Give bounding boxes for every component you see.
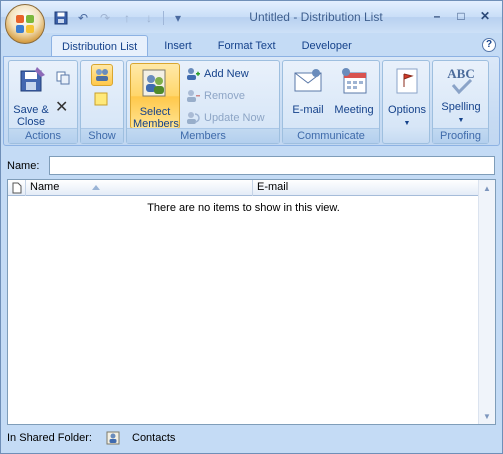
delete-icon[interactable]: ✕ bbox=[55, 97, 68, 117]
column-header-email[interactable]: E-mail bbox=[253, 180, 479, 196]
update-now-icon bbox=[187, 112, 200, 124]
tab-developer[interactable]: Developer bbox=[292, 35, 362, 57]
column-header-name[interactable]: Name bbox=[26, 180, 253, 196]
undo-icon[interactable]: ↶ bbox=[73, 9, 93, 27]
group-label-communicate: Communicate bbox=[283, 128, 379, 143]
name-label: Name: bbox=[7, 160, 40, 172]
save-close-icon bbox=[20, 67, 45, 92]
group-label-show: Show bbox=[81, 128, 123, 143]
notes-icon bbox=[94, 92, 108, 106]
scroll-up-icon[interactable]: ▲ bbox=[479, 180, 495, 196]
window-title: Untitled - Distribution List bbox=[249, 10, 383, 24]
save-close-label: Save & Close bbox=[13, 104, 49, 128]
document-icon bbox=[12, 182, 21, 194]
tab-format-text[interactable]: Format Text bbox=[208, 35, 286, 57]
shared-folder-label: In Shared Folder: bbox=[7, 432, 92, 444]
status-bar: In Shared Folder: Contacts bbox=[1, 427, 502, 453]
contacts-folder-icon bbox=[106, 431, 120, 445]
group-actions: Save & Close ✕ Actions bbox=[8, 60, 78, 144]
office-logo-icon bbox=[16, 15, 34, 33]
name-bar: Name: bbox=[1, 148, 502, 176]
column-name-label: Name bbox=[30, 181, 60, 193]
options-label: Options bbox=[388, 104, 426, 116]
spelling-icon: ABC bbox=[445, 65, 477, 97]
members-view-icon bbox=[96, 69, 108, 81]
group-show: Show bbox=[80, 60, 124, 144]
title-bar: ↶ ↷ ↑ ↓ ▾ Untitled - Distribution List –… bbox=[1, 1, 502, 33]
group-label-proofing: Proofing bbox=[433, 128, 488, 143]
add-new-label: Add New bbox=[204, 68, 249, 80]
quick-access-toolbar: ↶ ↷ ↑ ↓ ▾ bbox=[51, 9, 188, 27]
show-members-button[interactable] bbox=[91, 64, 113, 86]
group-proofing: ABC Spelling ▼ Proofing bbox=[432, 60, 489, 144]
update-now-label: Update Now bbox=[204, 112, 265, 124]
email-label: E-mail bbox=[292, 104, 324, 116]
add-new-button[interactable]: Add New bbox=[185, 64, 249, 84]
members-list[interactable]: Name E-mail There are no items to show i… bbox=[7, 179, 496, 425]
close-button[interactable]: ✕ bbox=[474, 7, 496, 25]
maximize-button[interactable]: □ bbox=[450, 7, 472, 25]
meeting-button[interactable]: Meeting bbox=[331, 65, 377, 116]
update-now-button[interactable]: Update Now bbox=[185, 108, 265, 128]
meeting-icon bbox=[342, 68, 367, 94]
copy-icon bbox=[56, 71, 70, 85]
email-icon bbox=[294, 69, 322, 92]
scroll-down-icon[interactable]: ▼ bbox=[479, 408, 495, 424]
vertical-scrollbar[interactable]: ▲ ▼ bbox=[478, 180, 495, 424]
remove-button[interactable]: Remove bbox=[185, 86, 245, 106]
select-members-button[interactable]: Select Members bbox=[130, 63, 180, 130]
group-communicate: E-mail Meeting Communicate bbox=[282, 60, 380, 144]
ribbon: Save & Close ✕ Actions Show Select Membe… bbox=[3, 56, 500, 146]
column-header-icon[interactable] bbox=[8, 180, 26, 196]
empty-list-message: There are no items to show in this view. bbox=[147, 202, 340, 214]
group-label-members: Members bbox=[127, 128, 279, 143]
shared-folder-name[interactable]: Contacts bbox=[132, 432, 175, 444]
group-options: Options ▼ bbox=[382, 60, 430, 144]
tab-insert[interactable]: Insert bbox=[154, 35, 202, 57]
select-members-icon bbox=[142, 69, 166, 97]
options-button[interactable]: Options ▼ bbox=[385, 65, 429, 130]
remove-label: Remove bbox=[204, 90, 245, 102]
minimize-button[interactable]: – bbox=[426, 7, 448, 25]
name-field[interactable] bbox=[49, 156, 495, 175]
list-header: Name E-mail bbox=[8, 180, 479, 196]
select-members-label: Select Members bbox=[133, 106, 179, 130]
options-dropdown-icon: ▼ bbox=[403, 120, 411, 127]
show-notes-button[interactable] bbox=[93, 89, 109, 109]
window-controls: – □ ✕ bbox=[426, 7, 496, 25]
customize-qat-icon[interactable]: ▾ bbox=[168, 9, 188, 27]
save-icon[interactable] bbox=[51, 9, 71, 27]
column-email-label: E-mail bbox=[257, 181, 289, 193]
email-button[interactable]: E-mail bbox=[287, 65, 329, 116]
qat-separator bbox=[163, 11, 164, 25]
spelling-dropdown-icon: ▼ bbox=[457, 117, 465, 124]
sort-ascending-icon bbox=[92, 185, 100, 190]
add-new-icon bbox=[187, 68, 200, 80]
group-members: Select Members Add New Remove Update Now… bbox=[126, 60, 280, 144]
group-label-actions: Actions bbox=[9, 128, 77, 143]
help-icon[interactable]: ? bbox=[482, 38, 496, 52]
meeting-label: Meeting bbox=[334, 104, 374, 116]
spelling-label: Spelling bbox=[441, 101, 481, 113]
redo-icon[interactable]: ↷ bbox=[95, 9, 115, 27]
distribution-list-window: ↶ ↷ ↑ ↓ ▾ Untitled - Distribution List –… bbox=[0, 0, 503, 454]
flag-icon bbox=[396, 68, 418, 94]
remove-member-icon bbox=[187, 90, 200, 102]
next-item-icon[interactable]: ↓ bbox=[139, 9, 159, 27]
ribbon-tabs: Distribution List Insert Format Text Dev… bbox=[51, 35, 368, 57]
office-button[interactable] bbox=[5, 4, 45, 44]
save-close-button[interactable]: Save & Close bbox=[11, 65, 51, 128]
previous-item-icon[interactable]: ↑ bbox=[117, 9, 137, 27]
spelling-button[interactable]: ABC Spelling ▼ bbox=[437, 65, 485, 127]
tab-distribution-list[interactable]: Distribution List bbox=[51, 35, 149, 57]
copy-dropdown-button[interactable] bbox=[55, 67, 71, 87]
